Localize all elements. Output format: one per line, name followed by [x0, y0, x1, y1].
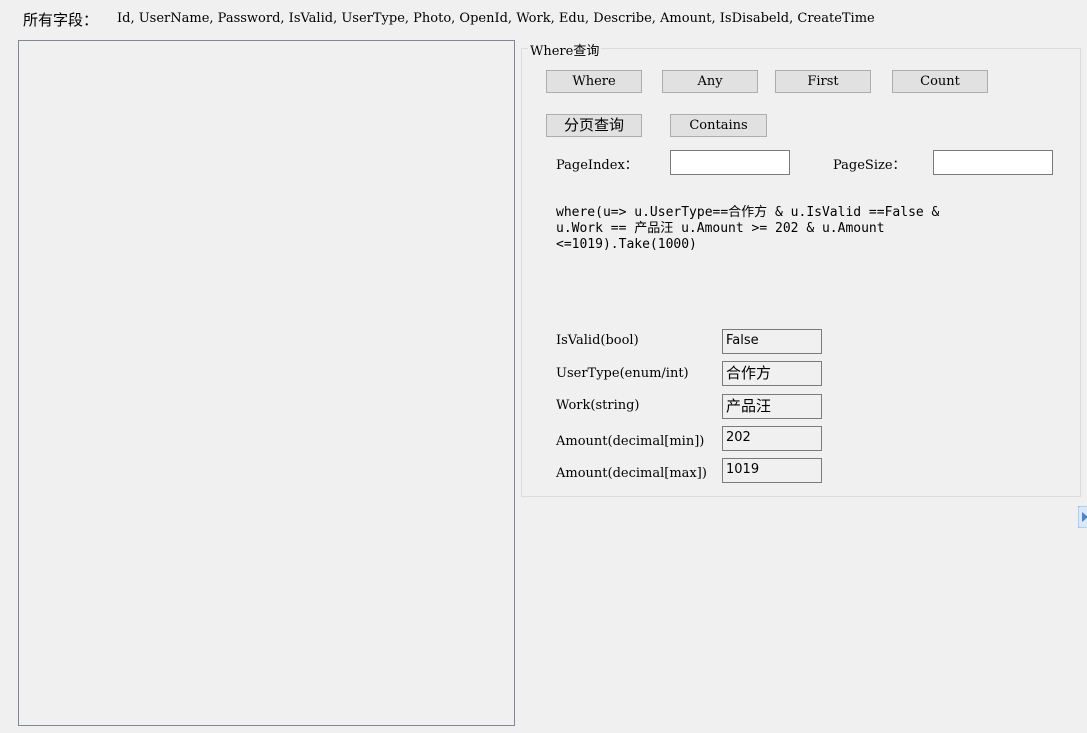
work-input[interactable]: 产品汪 — [722, 394, 822, 419]
fields-list: Id, UserName, Password, IsValid, UserTyp… — [117, 11, 875, 26]
usertype-input[interactable]: 合作方 — [722, 361, 822, 386]
amount-min-label: Amount(decimal[min]) — [556, 434, 705, 449]
scroll-right-icon[interactable] — [1078, 506, 1087, 528]
where-button[interactable]: Where — [546, 70, 642, 93]
work-label: Work(string) — [556, 398, 640, 413]
paging-query-button[interactable]: 分页查询 — [546, 114, 642, 137]
contains-button[interactable]: Contains — [670, 114, 767, 137]
results-panel[interactable] — [18, 40, 515, 726]
where-query-group-title: Where查询 — [528, 40, 602, 59]
page-size-input[interactable] — [933, 150, 1053, 175]
amount-max-label: Amount(decimal[max]) — [556, 466, 707, 481]
page-index-input[interactable] — [670, 150, 790, 175]
page-size-label: PageSize： — [833, 158, 906, 173]
page-index-label: PageIndex： — [556, 158, 638, 173]
amount-max-input[interactable]: 1019 — [722, 458, 822, 483]
usertype-label: UserType(enum/int) — [556, 366, 689, 381]
count-button[interactable]: Count — [892, 70, 988, 93]
all-fields-label: 所有字段： — [23, 11, 99, 29]
amount-min-input[interactable]: 202 — [722, 426, 822, 451]
isvalid-input[interactable]: False — [722, 329, 822, 354]
any-button[interactable]: Any — [662, 70, 758, 93]
query-expression-text: where(u=> u.UserType==合作方 & u.IsValid ==… — [556, 205, 948, 252]
first-button[interactable]: First — [775, 70, 871, 93]
isvalid-label: IsValid(bool) — [556, 333, 639, 348]
